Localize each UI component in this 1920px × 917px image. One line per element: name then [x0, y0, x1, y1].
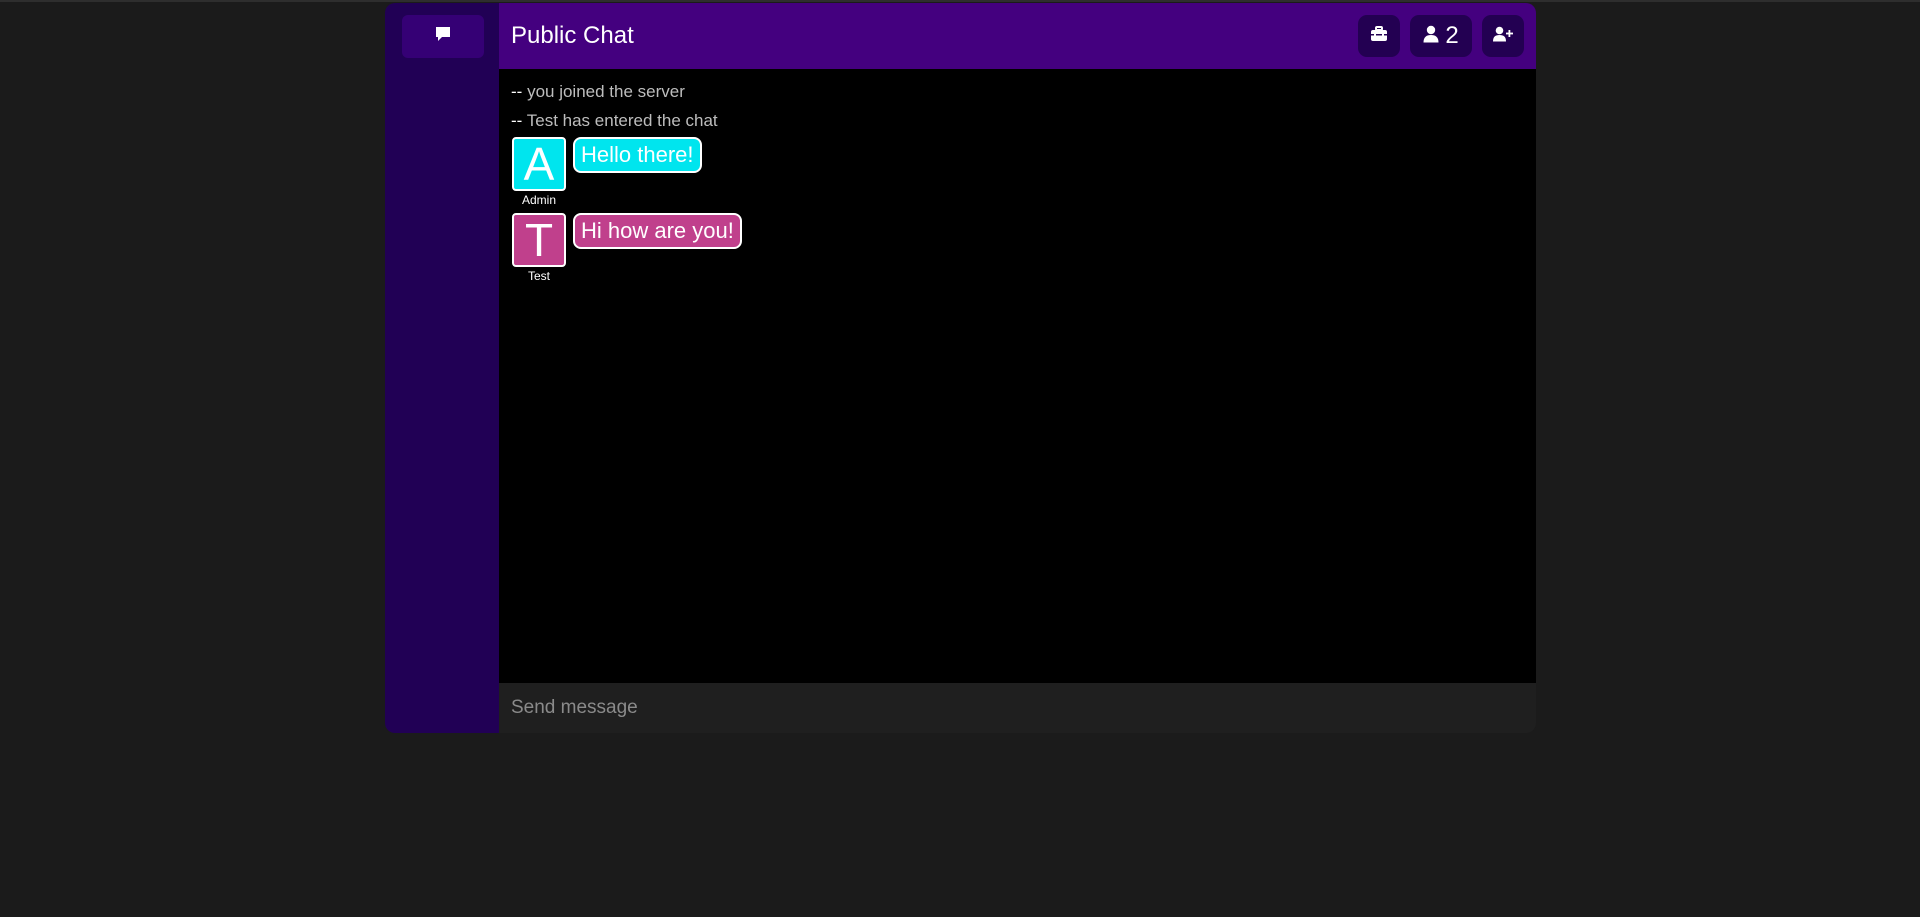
users-online-button[interactable]: 2: [1410, 15, 1472, 57]
send-message-input[interactable]: [499, 683, 1536, 733]
system-message-dash: --: [511, 111, 523, 130]
user-plus-icon: [1493, 26, 1513, 47]
user-icon: [1423, 25, 1439, 48]
message-input-bar: [499, 683, 1536, 733]
system-message-dash: --: [511, 82, 523, 101]
page-title: Public Chat: [511, 22, 634, 49]
sidebar-item-chat[interactable]: [402, 15, 484, 58]
top-border: [0, 0, 1920, 2]
toolbox-icon: [1370, 25, 1388, 47]
system-message: -- you joined the server: [511, 77, 1524, 106]
sidebar: [385, 3, 499, 733]
system-message-text: Test has entered the chat: [526, 111, 718, 130]
chat-message: A Admin Hello there!: [511, 137, 1524, 207]
system-message: -- Test has entered the chat: [511, 106, 1524, 135]
username-label: Admin: [521, 193, 556, 207]
avatar[interactable]: T: [512, 213, 566, 267]
avatar[interactable]: A: [512, 137, 566, 191]
message-bubble: Hello there!: [573, 137, 702, 173]
chat-header: Public Chat 2: [499, 3, 1536, 69]
users-online-count: 2: [1445, 22, 1459, 49]
message-author: A Admin: [511, 137, 567, 207]
main-panel: Public Chat 2 -- you joined the server -…: [499, 3, 1536, 733]
add-user-button[interactable]: [1482, 15, 1524, 57]
chat-bubble-icon: [434, 25, 452, 48]
message-bubble: Hi how are you!: [573, 213, 742, 249]
message-list: -- you joined the server -- Test has ent…: [499, 69, 1536, 683]
message-author: T Test: [511, 213, 567, 283]
chat-app-window: Public Chat 2 -- you joined the server -…: [385, 3, 1536, 733]
toolbox-button[interactable]: [1358, 15, 1400, 57]
username-label: Test: [527, 269, 550, 283]
chat-message: T Test Hi how are you!: [511, 213, 1524, 283]
system-message-text: you joined the server: [527, 82, 685, 101]
